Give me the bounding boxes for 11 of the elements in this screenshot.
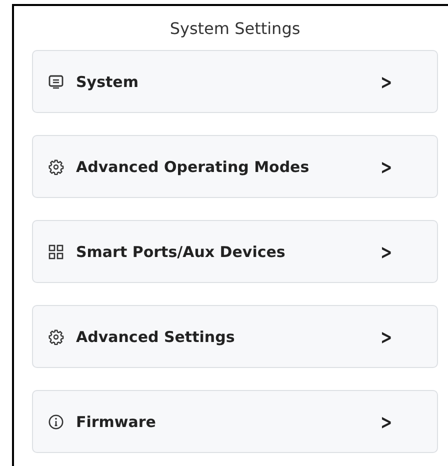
grid-icon — [48, 244, 64, 260]
settings-menu-item[interactable]: Smart Ports/Aux Devices > — [32, 220, 438, 283]
page-title: System Settings — [168, 18, 302, 40]
info-icon — [48, 414, 64, 430]
settings-menu-item[interactable]: Advanced Operating Modes > — [32, 135, 438, 198]
settings-menu-item[interactable]: Advanced Settings > — [32, 305, 438, 368]
settings-menu-item[interactable]: System > — [32, 50, 438, 113]
gear-icon — [48, 328, 64, 344]
settings-menu-item[interactable]: Firmware > — [32, 390, 438, 453]
gear-icon — [48, 158, 64, 174]
monitor-icon — [48, 74, 64, 90]
